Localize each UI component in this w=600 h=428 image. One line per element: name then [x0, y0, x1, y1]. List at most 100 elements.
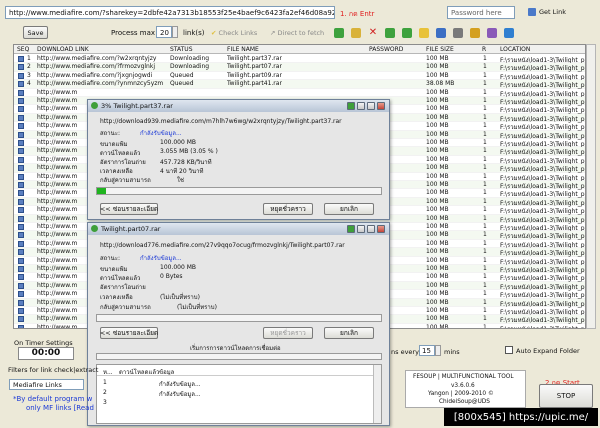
dialog1-hide-details-button[interactable]: << ซ่อนรายละเอียด — [100, 203, 158, 215]
col-file-name[interactable]: FILE NAME — [227, 46, 259, 53]
table-row[interactable]: 4 http://www.mediafire.com/?ynmnzcy5yzm Qu… — [14, 80, 585, 89]
download-dialog-2: Twilight.part07.rar http://download776.m… — [87, 222, 390, 426]
file-icon — [18, 207, 24, 214]
cell-file-size: 100 MB — [426, 147, 449, 155]
dialog1-cancel-button[interactable]: ยกเลิก — [324, 203, 374, 215]
check-links-button[interactable]: ✔ Check Links — [211, 29, 257, 37]
about-author: ChideiSoup@UDS — [439, 399, 490, 405]
dialog2-cancel-button[interactable]: ยกเลิก — [324, 327, 374, 339]
check-icon: ✔ — [211, 29, 217, 37]
settings-icon[interactable] — [487, 28, 497, 38]
col-status[interactable]: STATUS — [170, 46, 193, 53]
file-icon — [18, 131, 24, 138]
maximize-icon[interactable] — [367, 225, 375, 233]
table-row[interactable]: 2 http://www.mediafire.com/?frmozvglnkj Do… — [14, 63, 585, 72]
file-icon — [18, 81, 24, 88]
cell-r: 1 — [483, 256, 487, 264]
mins-label: mins — [444, 348, 460, 356]
dialog1-progress-fill — [97, 188, 106, 194]
cell-download-link: http://www.mediafire.com/?jxgnjogwdi — [37, 71, 153, 79]
move-up-icon[interactable] — [385, 28, 395, 38]
cell-r: 1 — [483, 273, 487, 281]
minimize-icon[interactable] — [357, 102, 365, 110]
cell-file-size: 100 MB — [426, 256, 449, 264]
stop-button[interactable]: STOP — [539, 384, 593, 408]
cell-r: 1 — [483, 172, 487, 180]
maximize-icon[interactable] — [367, 102, 375, 110]
dialog1-pause-button[interactable]: หยุดชั่วคราว — [263, 203, 313, 215]
table-row[interactable]: http://www.m100 MB1F:\รวมหนัง\load1-3\Tw… — [14, 89, 585, 98]
cell-file-size: 100 MB — [426, 231, 449, 239]
get-link-button[interactable]: Get Link — [522, 5, 572, 19]
dialog1-titlebar[interactable]: 3% Twilight.part37.rar — [88, 100, 389, 112]
auto-expand-checkbox[interactable] — [505, 346, 513, 354]
col-password[interactable]: PASSWORD — [369, 46, 403, 53]
table-scrollbar[interactable] — [586, 44, 596, 329]
url-input[interactable]: http://www.mediafire.com/?sharekey=2dbfe… — [5, 6, 335, 19]
about-copyright: Yangon | 2009-2010 © — [428, 391, 494, 397]
move-down-icon[interactable] — [402, 28, 412, 38]
cell-r: 1 — [483, 323, 487, 329]
download-dialog-1: 3% Twilight.part37.rar http://download93… — [87, 99, 390, 220]
dialog2-titlebar[interactable]: Twilight.part07.rar — [88, 223, 389, 235]
col-seq[interactable]: SEQ — [17, 46, 29, 53]
col-location[interactable]: LOCATION — [500, 46, 530, 53]
key-icon[interactable] — [419, 28, 429, 38]
cell-download-link: http://www.mediafire.com/?ynmnzcy5yzm — [37, 80, 164, 88]
interval-input[interactable]: 15 — [419, 345, 435, 356]
file-icon — [18, 257, 24, 264]
file-icon — [18, 198, 24, 205]
password-input[interactable]: Password here — [447, 6, 515, 19]
dialog2-hide-details-button[interactable]: << ซ่อนรายละเอียด — [100, 327, 158, 339]
cell-r: 1 — [483, 139, 487, 146]
file-icon — [18, 282, 24, 289]
close-icon[interactable] — [377, 225, 385, 233]
cell-file-name: Twilight.part09.rar — [227, 71, 282, 79]
delete-icon[interactable]: ✕ — [368, 28, 378, 38]
process-max-input[interactable]: 20 — [156, 26, 172, 38]
filters-label: Filters for link check|extract — [8, 366, 99, 374]
conn-row-number: 2 — [103, 389, 107, 396]
direct-fetch-button[interactable]: ↗ Direct to fetch — [270, 29, 324, 37]
refresh-icon[interactable] — [436, 28, 446, 38]
cell-r: 1 — [483, 239, 487, 247]
link-icon — [528, 8, 537, 16]
save-button[interactable]: Save — [23, 26, 48, 39]
timer-display[interactable]: 00:00 — [18, 347, 74, 360]
close-icon[interactable] — [377, 102, 385, 110]
col-r[interactable]: R — [482, 46, 486, 53]
col-file-size[interactable]: FILE SIZE — [426, 46, 454, 53]
connections-scrollbar[interactable] — [373, 365, 381, 423]
cell-r: 1 — [483, 181, 487, 188]
about-title: FESOUP | MULTIFUNCTIONAL TOOL — [413, 374, 514, 380]
dialog1-resume-value: ใช่ — [177, 177, 185, 184]
play-icon[interactable] — [347, 102, 355, 110]
minimize-icon[interactable] — [357, 225, 365, 233]
interval-spinner[interactable] — [435, 345, 441, 356]
col-download-link[interactable]: DOWNLOAD LINK — [37, 46, 89, 53]
cell-r: 1 — [483, 122, 487, 130]
process-max-spinner[interactable] — [172, 26, 178, 38]
dialog1-status-label: สถานะ: — [100, 130, 121, 137]
table-row[interactable]: 1 http://www.mediafire.com/?w2xrqntyjzy Do… — [14, 55, 585, 64]
cell-r: 1 — [483, 97, 487, 104]
cell-r: 1 — [483, 248, 487, 256]
tools-icon[interactable] — [453, 28, 463, 38]
globe-icon[interactable] — [504, 28, 514, 38]
table-row[interactable]: 3 http://www.mediafire.com/?jxgnjogwdi Que… — [14, 71, 585, 81]
dialog2-pause-button[interactable]: หยุดชั่วคราว — [263, 327, 313, 339]
cell-file-size: 100 MB — [426, 55, 449, 62]
only-note: only MF links [Read — [26, 404, 94, 412]
add-icon[interactable] — [334, 28, 344, 38]
filter-select[interactable]: Mediafire Links — [9, 379, 84, 390]
app-window: http://www.mediafire.com/?sharekey=2dbfe… — [0, 0, 600, 428]
folder-icon[interactable] — [470, 28, 480, 38]
every-label: ns every — [391, 348, 419, 356]
play-icon[interactable] — [347, 225, 355, 233]
file-icon — [18, 291, 24, 298]
dialog2-resume-label: กลับสู่ความสามารถ — [100, 304, 151, 311]
cell-status: Queued — [170, 80, 194, 88]
about-version: v3.6.0.6 — [451, 383, 475, 389]
cell-file-size: 100 MB — [426, 206, 449, 214]
paste-icon[interactable] — [351, 28, 361, 38]
